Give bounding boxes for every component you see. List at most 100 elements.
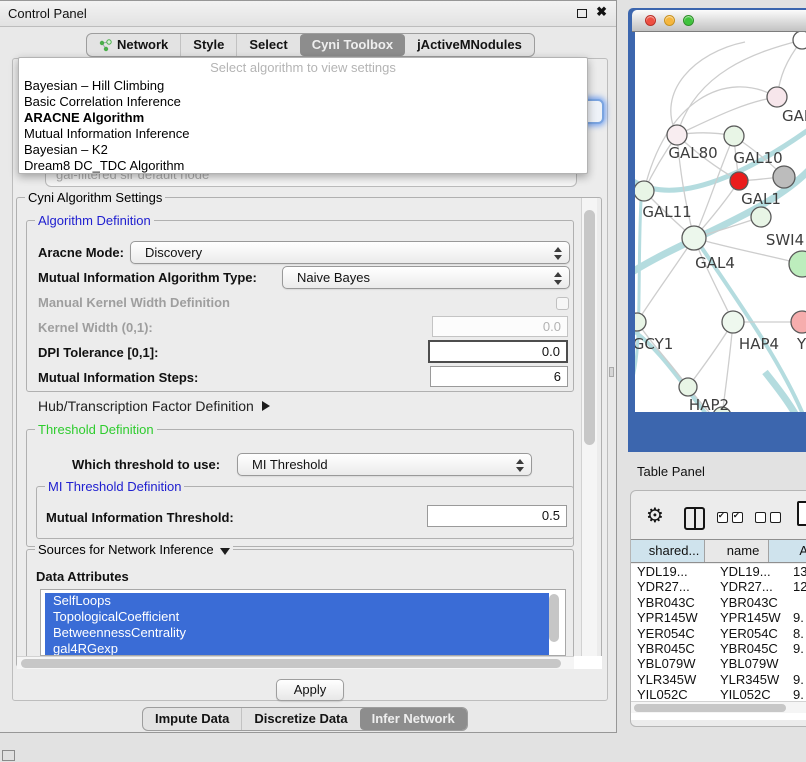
node-label: GCY1: [635, 335, 673, 353]
attribute-list-item[interactable]: TopologicalCoefficient: [45, 609, 549, 625]
float-window-icon[interactable]: [577, 9, 587, 18]
network-node[interactable]: [789, 251, 806, 277]
table-cell: YBL079W: [631, 656, 713, 671]
mi-algorithm-type-combobox[interactable]: Naive Bayes: [282, 266, 570, 289]
list-scrollbar-thumb[interactable]: [549, 594, 559, 642]
node-label: GAL10: [733, 149, 782, 167]
table-row[interactable]: YIL052CYIL052C9.: [631, 687, 806, 702]
attribute-list-item[interactable]: BetweennessCentrality: [45, 625, 549, 641]
kernel-width-field[interactable]: 0.0: [432, 316, 568, 337]
table-cell: YLR345W: [713, 672, 783, 687]
scrollbar-thumb[interactable]: [634, 704, 786, 712]
stepper-arrows-icon: [554, 271, 562, 286]
network-node-gal[interactable]: [767, 87, 787, 107]
tab-style[interactable]: Style: [180, 34, 236, 56]
sources-group-title[interactable]: Sources for Network Inference: [35, 542, 233, 557]
tab-label: Infer Network: [372, 708, 455, 730]
table-row[interactable]: YBL079WYBL079W: [631, 656, 806, 671]
node-label: GAL80: [668, 144, 717, 162]
scrollbar-thumb[interactable]: [584, 210, 595, 445]
settings-vertical-scrollbar[interactable]: [581, 198, 597, 656]
mi-algorithm-type-label: Mutual Information Algorithm Type:: [38, 270, 257, 285]
dpi-tolerance-field[interactable]: 0.0: [428, 340, 568, 363]
network-node[interactable]: [773, 166, 795, 188]
bottom-tabstrip: Impute DataDiscretize Data Infer Network: [142, 707, 468, 731]
tab-label: jActiveMNodules: [417, 34, 522, 56]
check-all-icon[interactable]: [717, 512, 743, 523]
network-node[interactable]: [793, 32, 806, 49]
close-icon[interactable]: ✖: [596, 4, 607, 20]
network-node-gal80[interactable]: [667, 125, 687, 145]
table-cell: YBR045C: [713, 641, 783, 656]
data-attributes-list[interactable]: SelfLoopsTopologicalCoefficientBetweenne…: [40, 589, 566, 656]
attribute-list-item[interactable]: SelfLoops: [45, 593, 549, 609]
aracne-mode-label: Aracne Mode:: [38, 245, 124, 260]
tab-infer-network[interactable]: Infer Network: [360, 708, 467, 730]
splitter-handle[interactable]: [609, 367, 614, 377]
scrollbar-corner: [574, 656, 602, 669]
network-canvas[interactable]: GALGAL80GAL10GAL1GAL11SWI4GAL4GCY1HAP4YH…: [635, 32, 806, 412]
hub-definition-label: Hub/Transcription Factor Definition: [38, 398, 254, 414]
table-row[interactable]: YER054CYER054C8.: [631, 626, 806, 641]
mi-algorithm-type-value: Naive Bayes: [297, 270, 370, 285]
manual-kernel-width-checkbox[interactable]: [556, 297, 569, 310]
algorithm-option[interactable]: ARACNE Algorithm: [19, 110, 587, 126]
tab-jactivemnodules[interactable]: jActiveMNodules: [405, 34, 534, 56]
algorithm-option[interactable]: Bayesian – K2: [19, 142, 587, 158]
algorithm-option[interactable]: Mutual Information Inference: [19, 126, 587, 142]
apply-button[interactable]: Apply: [276, 679, 344, 701]
tab-select[interactable]: Select: [236, 34, 299, 56]
table-cell: YDR27...: [631, 579, 713, 594]
column-header[interactable]: A: [769, 540, 806, 562]
network-node-gal11[interactable]: [635, 181, 654, 201]
network-node-gal1[interactable]: [730, 172, 748, 190]
tab-discretize-data[interactable]: Discretize Data: [241, 708, 359, 730]
network-node-y[interactable]: [791, 311, 806, 333]
table-row[interactable]: YLR345WYLR345W9.: [631, 672, 806, 687]
which-threshold-combobox[interactable]: MI Threshold: [237, 453, 532, 476]
network-node-gcy1[interactable]: [635, 313, 646, 331]
popup-prompt: Select algorithm to view settings: [19, 58, 587, 78]
table-cell: 9.: [783, 672, 806, 687]
column-header[interactable]: shared...: [631, 540, 705, 562]
table-cell: YDL19...: [713, 564, 783, 579]
tab-cyni-toolbox[interactable]: Cyni Toolbox: [300, 34, 405, 56]
mi-threshold-field[interactable]: 0.5: [427, 505, 567, 527]
scrollbar-thumb[interactable]: [21, 659, 561, 668]
table-row[interactable]: YPR145WYPR145W9.: [631, 610, 806, 625]
dock-panel-icon[interactable]: [2, 750, 15, 761]
tab-network[interactable]: Network: [87, 34, 180, 56]
aracne-mode-value: Discovery: [145, 245, 202, 260]
zoom-traffic-light-icon[interactable]: [683, 15, 694, 26]
attribute-list-item[interactable]: gal4RGexp: [45, 641, 549, 656]
table-row[interactable]: YDL19...YDL19...13: [631, 564, 806, 579]
tab-impute-data[interactable]: Impute Data: [143, 708, 241, 730]
table-row[interactable]: YDR27...YDR27...12: [631, 579, 806, 594]
table-cell: YDR27...: [713, 579, 783, 594]
table-cell: YPR145W: [631, 610, 713, 625]
table-header[interactable]: shared... name A: [631, 539, 806, 563]
table-row[interactable]: YBR043CYBR043C: [631, 595, 806, 610]
settings-horizontal-scrollbar[interactable]: [17, 656, 574, 669]
network-node-gal4[interactable]: [682, 226, 706, 250]
mi-steps-field[interactable]: 6: [430, 366, 568, 387]
network-node-hap2[interactable]: [679, 378, 697, 396]
table-row[interactable]: YBR045CYBR045C9.: [631, 641, 806, 656]
network-node-gal10[interactable]: [724, 126, 744, 146]
document-icon[interactable]: [797, 501, 806, 526]
close-traffic-light-icon[interactable]: [645, 15, 656, 26]
network-node-swi4[interactable]: [751, 207, 771, 227]
hub-definition-toggle[interactable]: Hub/Transcription Factor Definition: [38, 398, 270, 414]
table-horizontal-scrollbar[interactable]: [631, 701, 806, 713]
split-columns-icon[interactable]: [684, 507, 705, 530]
uncheck-all-icon[interactable]: [755, 512, 781, 523]
aracne-mode-combobox[interactable]: Discovery: [130, 241, 570, 264]
algorithm-option[interactable]: Bayesian – Hill Climbing: [19, 78, 587, 94]
minimize-traffic-light-icon[interactable]: [664, 15, 675, 26]
which-threshold-value: MI Threshold: [252, 457, 328, 472]
column-header[interactable]: name: [705, 540, 769, 562]
gear-icon[interactable]: ⚙: [646, 503, 664, 527]
algorithm-option[interactable]: Dream8 DC_TDC Algorithm: [19, 158, 587, 174]
network-node-hap4[interactable]: [722, 311, 744, 333]
algorithm-option[interactable]: Basic Correlation Inference: [19, 94, 587, 110]
